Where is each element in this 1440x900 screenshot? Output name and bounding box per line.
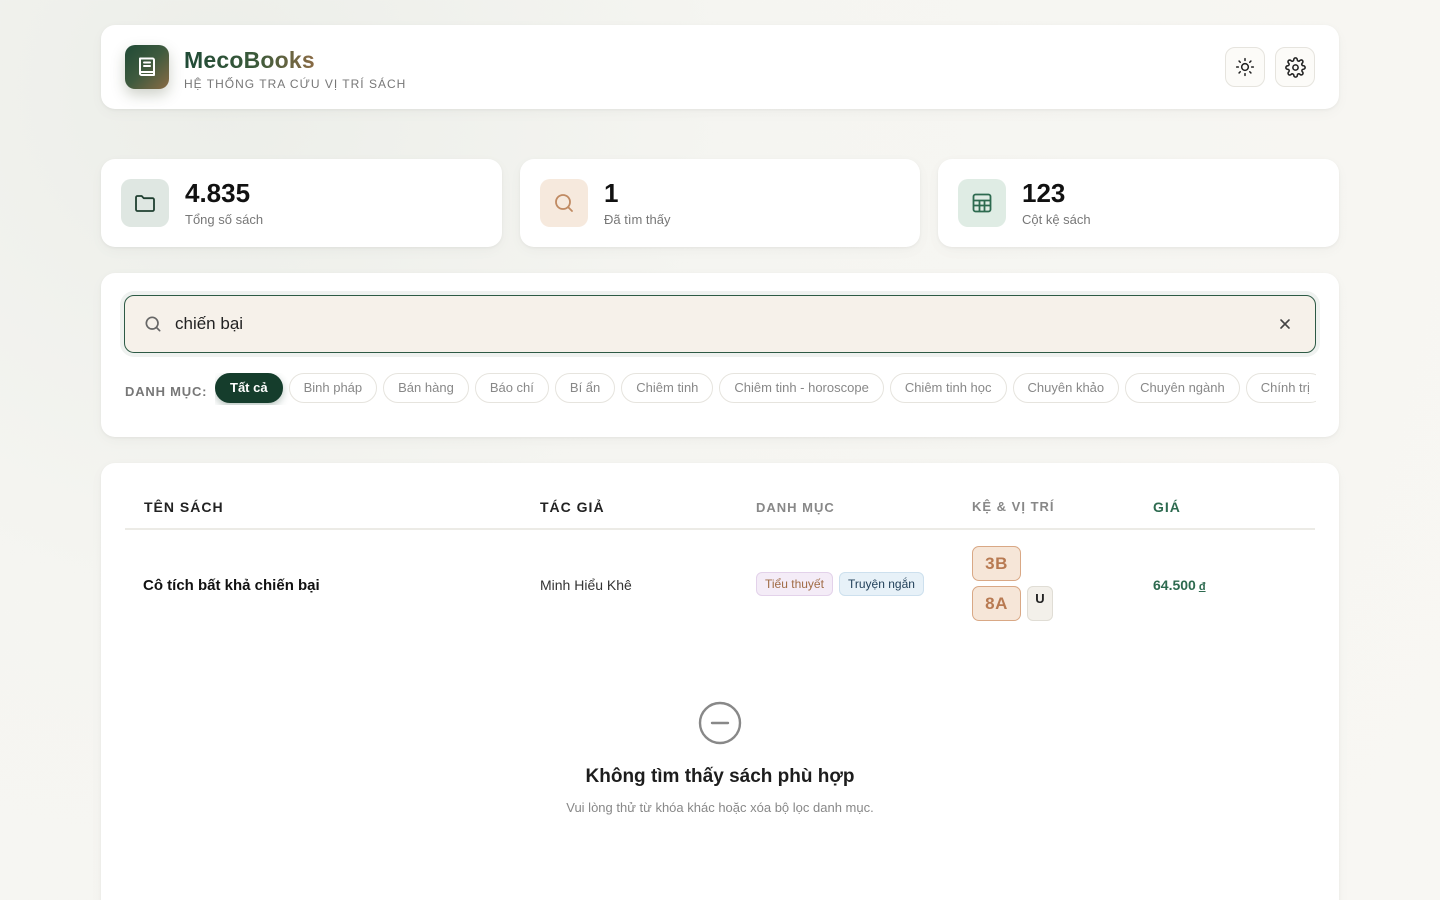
brand-subtitle: HỆ THỐNG TRA CỨU VỊ TRÍ SÁCH <box>184 77 407 91</box>
stat-label: Cột kệ sách <box>1022 212 1091 227</box>
empty-state-subtitle: Vui lòng thử từ khóa khác hoặc xóa bộ lọ… <box>566 800 874 815</box>
column-header-shelf: KỆ & VỊ TRÍ <box>972 499 1055 514</box>
minus-circle-icon <box>698 701 742 745</box>
category-tag: Truyện ngắn <box>839 572 924 596</box>
position-badge: U <box>1027 586 1053 621</box>
category-chip[interactable]: Tất cả <box>215 373 283 403</box>
stat-value: 123 <box>1022 178 1066 208</box>
search-panel: DANH MỤC: Tất cảBinh phápBán hàngBáo chí… <box>101 273 1339 437</box>
shelf-badge: 8A <box>972 586 1021 621</box>
category-label: DANH MỤC: <box>125 384 208 399</box>
app-header: MecoBooks HỆ THỐNG TRA CỨU VỊ TRÍ SÁCH <box>101 25 1339 109</box>
search-icon <box>540 179 588 227</box>
stat-value: 1 <box>604 178 619 208</box>
category-chip[interactable]: Chiêm tinh <box>621 373 714 403</box>
search-box[interactable] <box>124 295 1316 353</box>
price-value: 64.500 <box>1153 577 1196 593</box>
stat-label: Đã tìm thấy <box>604 212 671 227</box>
empty-state-title: Không tìm thấy sách phù hợp <box>585 766 855 787</box>
column-header-title[interactable]: TÊN SÁCH <box>144 499 224 515</box>
category-chip[interactable]: Binh pháp <box>288 373 378 403</box>
theme-toggle-button[interactable] <box>1225 47 1265 87</box>
stat-total-books: 4.835 Tổng số sách <box>101 159 502 247</box>
shelf-badge: 3B <box>972 546 1021 581</box>
book-icon <box>125 45 169 89</box>
category-chip[interactable]: Chuyên ngành <box>1125 373 1240 403</box>
sun-icon <box>1235 57 1255 77</box>
settings-button[interactable] <box>1275 47 1315 87</box>
search-icon <box>145 316 161 332</box>
category-chip[interactable]: Bí ẩn <box>554 373 616 403</box>
column-header-category: DANH MỤC <box>756 500 835 515</box>
category-chip[interactable]: Chuyên khảo <box>1012 373 1120 403</box>
category-chip[interactable]: Bán hàng <box>383 373 469 403</box>
close-icon[interactable] <box>1277 316 1293 332</box>
stat-label: Tổng số sách <box>185 212 264 227</box>
search-input[interactable] <box>175 296 1255 351</box>
folder-icon <box>121 179 169 227</box>
book-author: Minh Hiểu Khê <box>540 577 632 593</box>
column-header-price[interactable]: GIÁ <box>1153 499 1181 515</box>
stat-shelf-columns: 123 Cột kệ sách <box>938 159 1339 247</box>
brand-name: MecoBooks <box>184 47 315 73</box>
book-title: Cô tích bất khả chiến bại <box>143 577 320 594</box>
column-header-author[interactable]: TÁC GIẢ <box>540 499 605 515</box>
book-price: 64.500 đ <box>1153 577 1206 593</box>
gear-icon <box>1284 56 1306 78</box>
results-table: TÊN SÁCH TÁC GIẢ DANH MỤC KỆ & VỊ TRÍ GI… <box>101 463 1339 900</box>
category-chip[interactable]: Chiêm tinh - horoscope <box>719 373 884 403</box>
header-divider <box>125 528 1315 530</box>
category-chips: Tất cả Binh pháp Bán hàng Báo chí Bí ẩn Chiêm… <box>215 373 1316 405</box>
category-chip[interactable]: Báo chí <box>474 373 549 403</box>
stat-value: 4.835 <box>185 178 251 208</box>
grid-icon <box>958 179 1006 227</box>
stat-found: 1 Đã tìm thấy <box>520 159 920 247</box>
category-chip[interactable]: Chiêm tinh học <box>889 373 1007 403</box>
price-currency: đ <box>1198 581 1206 593</box>
category-chip[interactable]: Chính trị <box>1245 373 1316 403</box>
category-tag: Tiểu thuyết <box>756 572 833 596</box>
